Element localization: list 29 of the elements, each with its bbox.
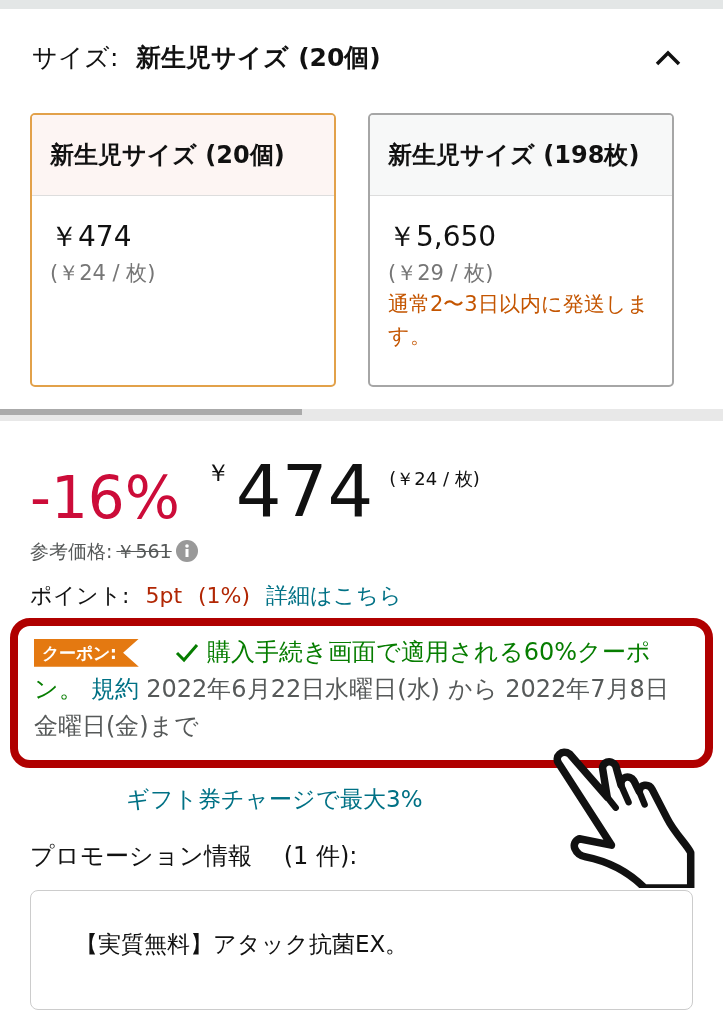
coupon-description: クーポン: 購入手続き画面で適用される60%クーポン。 規約 2022年6月22日水曜日(水) から 2022年7月8日金曜日(金)まで xyxy=(34,637,670,743)
coupon-badge: クーポン: xyxy=(34,638,139,667)
reference-label: 参考価格: xyxy=(30,538,113,564)
info-icon[interactable] xyxy=(175,539,198,562)
option-unit-price: (￥29 / 枚) xyxy=(388,259,495,287)
points-label: ポイント: xyxy=(30,582,130,610)
option-price: ￥5,650 xyxy=(388,218,498,255)
price-amount: 474 xyxy=(235,454,374,527)
discount-percent: -16% xyxy=(30,468,180,527)
points-value: 5pt xyxy=(145,582,182,610)
size-label: サイズ: xyxy=(32,42,119,74)
terms-link[interactable]: 規約 xyxy=(90,675,139,704)
option-unit-price: (￥24 / 枚) xyxy=(50,259,157,287)
size-option-card[interactable]: 新生児サイズ (20個) ￥474 (￥24 / 枚) xyxy=(30,112,336,387)
gift-card-link[interactable]: ギフト券チャージで最大3% xyxy=(126,785,423,812)
option-price: ￥474 xyxy=(50,218,133,255)
option-title: 新生児サイズ (198枚) xyxy=(370,114,672,196)
unit-price: (￥24 / 枚) xyxy=(389,466,480,491)
promotions-heading: プロモーション情報 (1 件): xyxy=(29,841,359,873)
option-title: 新生児サイズ (20個) xyxy=(32,114,334,196)
shipping-note: 通常2〜3日以内に発送します。 xyxy=(388,291,650,350)
size-option-card[interactable]: 新生児サイズ (198枚) ￥5,650 (￥29 / 枚) 通常2〜3日以内に発送します。 xyxy=(368,112,674,387)
reference-price: ￥561 xyxy=(116,538,172,564)
details-link[interactable]: 詳細はこちら xyxy=(266,579,403,612)
selected-size: 新生児サイズ (20個) xyxy=(136,42,381,74)
chevron-up-icon[interactable] xyxy=(655,49,681,66)
promotion-item[interactable]: 【実質無料】アタック抗菌EX。 xyxy=(30,890,693,1011)
points-percent: (1%) xyxy=(198,582,251,610)
currency-symbol: ￥ xyxy=(205,457,230,489)
